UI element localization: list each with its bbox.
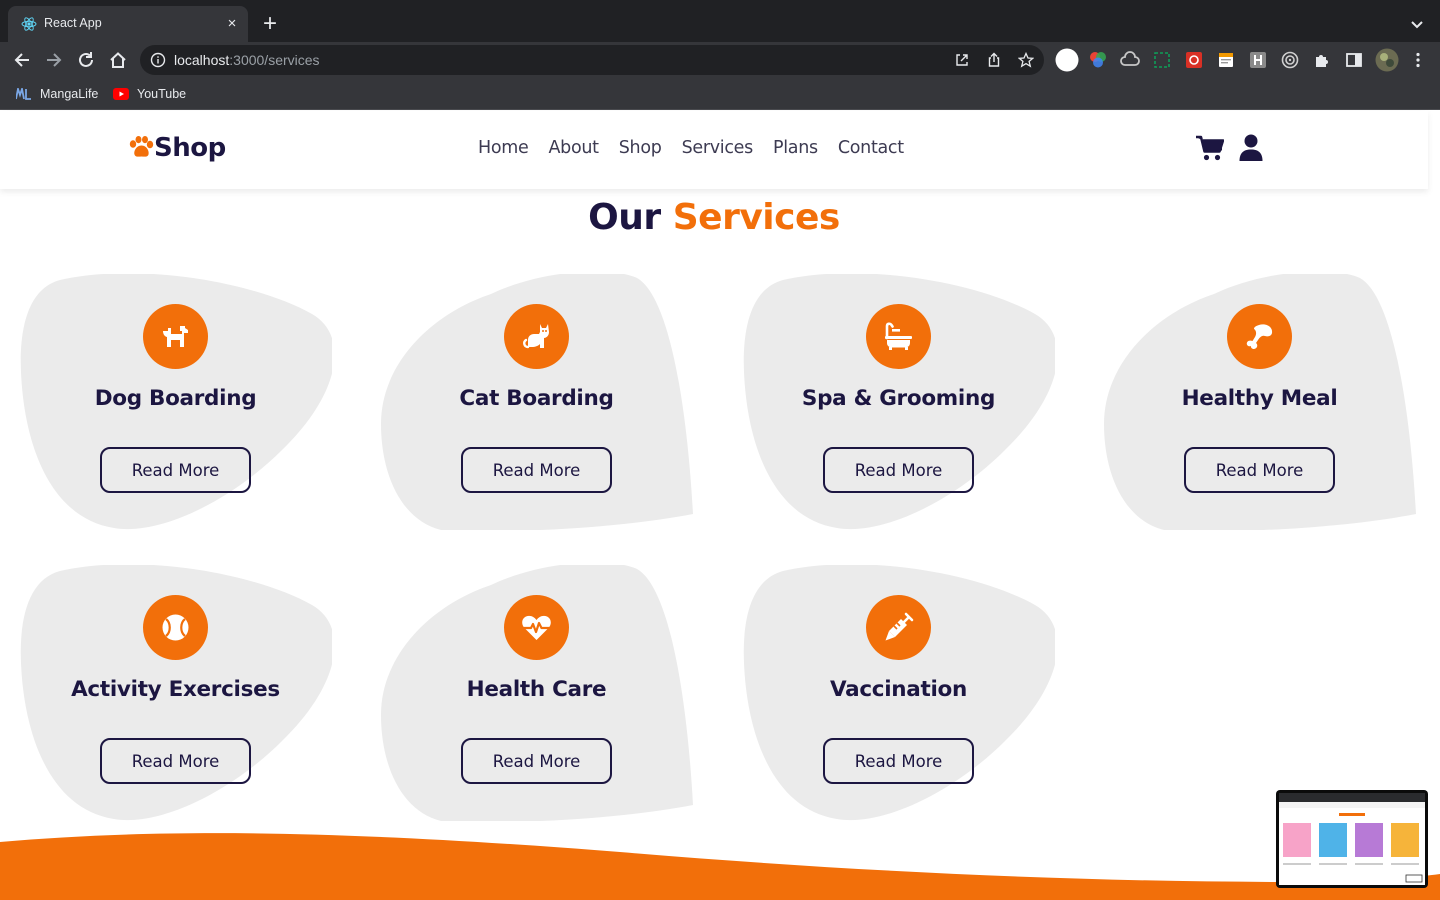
card-icon-circle bbox=[143, 595, 208, 660]
avatar[interactable] bbox=[1375, 48, 1399, 72]
main-nav: Home About Shop Services Plans Contact bbox=[468, 138, 914, 158]
dog-icon bbox=[163, 326, 188, 347]
new-tab-button[interactable]: + bbox=[258, 12, 282, 37]
open-in-app-icon[interactable] bbox=[954, 52, 970, 68]
mangalife-icon bbox=[16, 88, 31, 100]
service-card-dog-boarding: Dog Boarding Read More bbox=[20, 274, 332, 530]
nav-about[interactable]: About bbox=[538, 138, 608, 158]
site-header: Shop Home About Shop Services Plans Cont… bbox=[0, 111, 1428, 189]
card-title: Activity Exercises bbox=[71, 677, 280, 702]
service-card-healthy-meal: Healthy Meal Read More bbox=[1104, 274, 1416, 530]
react-icon bbox=[21, 17, 37, 31]
card-icon-circle bbox=[504, 304, 569, 369]
card-title: Vaccination bbox=[829, 677, 968, 702]
back-icon[interactable] bbox=[11, 49, 33, 71]
card-icon-circle bbox=[1227, 304, 1292, 369]
info-icon[interactable] bbox=[150, 52, 166, 68]
service-card-spa-grooming: Spa & Grooming Read More bbox=[743, 274, 1055, 530]
service-card-activity-exercises: Activity Exercises Read More bbox=[20, 565, 332, 821]
cat-icon bbox=[523, 324, 549, 349]
read-more-button[interactable]: Read More bbox=[100, 738, 251, 784]
card-icon-circle bbox=[143, 304, 208, 369]
profile-circle-icon[interactable] bbox=[1055, 48, 1079, 72]
card-title: Dog Boarding bbox=[94, 386, 257, 411]
bath-icon bbox=[885, 322, 912, 350]
kebab-menu-icon[interactable] bbox=[1408, 50, 1428, 70]
side-panel-icon[interactable] bbox=[1344, 50, 1364, 70]
bookmarks-bar: MangaLife YouTube bbox=[0, 78, 1440, 110]
logo-text: Shop bbox=[154, 133, 226, 163]
browser-tab[interactable]: React App × bbox=[8, 6, 248, 42]
card-icon-circle bbox=[866, 595, 931, 660]
nav-shop[interactable]: Shop bbox=[609, 138, 672, 158]
address-bar[interactable]: localhost:3000/services bbox=[140, 45, 1044, 75]
red-extension-icon[interactable] bbox=[1184, 50, 1204, 70]
paw-icon bbox=[129, 136, 154, 157]
user-icon[interactable] bbox=[1239, 134, 1263, 161]
read-more-button[interactable]: Read More bbox=[1184, 447, 1335, 493]
service-card-cat-boarding: Cat Boarding Read More bbox=[381, 274, 693, 530]
nav-plans[interactable]: Plans bbox=[763, 138, 828, 158]
bone-icon bbox=[1246, 324, 1273, 350]
share-icon[interactable] bbox=[986, 52, 1002, 68]
nav-contact[interactable]: Contact bbox=[828, 138, 914, 158]
bookmark-star-icon[interactable] bbox=[1018, 52, 1034, 68]
card-icon-circle bbox=[504, 595, 569, 660]
read-more-button[interactable]: Read More bbox=[823, 738, 974, 784]
card-title: Cat Boarding bbox=[459, 386, 614, 411]
screenshot-extension-icon[interactable] bbox=[1152, 50, 1172, 70]
notes-extension-icon[interactable] bbox=[1216, 50, 1236, 70]
service-card-vaccination: Vaccination Read More bbox=[743, 565, 1055, 821]
nav-home[interactable]: Home bbox=[468, 138, 538, 158]
tab-title: React App bbox=[44, 16, 102, 30]
reload-icon[interactable] bbox=[75, 49, 97, 71]
card-title: Health Care bbox=[466, 677, 607, 702]
syringe-icon bbox=[885, 612, 914, 641]
cloud-extension-icon[interactable] bbox=[1120, 50, 1140, 70]
page-title: Our Services bbox=[588, 197, 840, 238]
chevron-down-icon[interactable] bbox=[1406, 14, 1428, 36]
nav-services[interactable]: Services bbox=[672, 138, 763, 158]
bookmark-youtube[interactable]: YouTube bbox=[113, 85, 186, 103]
screenshot-preview-thumbnail[interactable] bbox=[1276, 790, 1428, 888]
read-more-button[interactable]: Read More bbox=[100, 447, 251, 493]
puzzle-extensions-icon[interactable] bbox=[1312, 50, 1332, 70]
h-extension-icon[interactable] bbox=[1248, 50, 1268, 70]
read-more-button[interactable]: Read More bbox=[461, 738, 612, 784]
target-extension-icon[interactable] bbox=[1280, 50, 1300, 70]
card-title: Healthy Meal bbox=[1181, 386, 1338, 411]
browser-toolbar: localhost:3000/services bbox=[0, 42, 1440, 78]
card-icon-circle bbox=[866, 304, 931, 369]
youtube-icon bbox=[113, 88, 129, 100]
cart-icon[interactable] bbox=[1196, 135, 1224, 161]
logo[interactable]: Shop bbox=[128, 133, 226, 163]
read-more-button[interactable]: Read More bbox=[823, 447, 974, 493]
forward-icon[interactable] bbox=[43, 49, 65, 71]
browser-tab-bar: React App × + bbox=[0, 0, 1440, 42]
card-title: Spa & Grooming bbox=[801, 386, 996, 411]
url-text[interactable]: localhost:3000/services bbox=[174, 52, 320, 68]
color-picker-icon[interactable] bbox=[1088, 50, 1108, 70]
bookmark-mangalife[interactable]: MangaLife bbox=[16, 85, 98, 103]
home-icon[interactable] bbox=[107, 49, 129, 71]
ball-icon bbox=[162, 614, 189, 641]
heartbeat-icon bbox=[522, 615, 551, 640]
read-more-button[interactable]: Read More bbox=[461, 447, 612, 493]
service-card-health-care: Health Care Read More bbox=[381, 565, 693, 821]
preview-image bbox=[1279, 793, 1425, 885]
tab-close-icon[interactable]: × bbox=[222, 14, 242, 34]
footer-wave bbox=[0, 833, 1440, 900]
